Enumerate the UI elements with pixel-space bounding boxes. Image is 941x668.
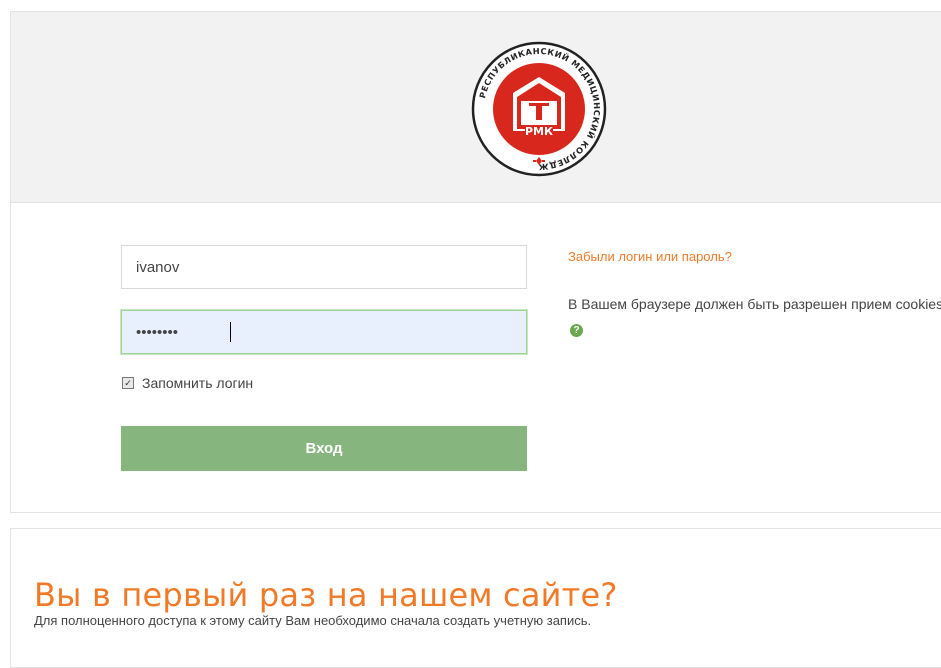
signup-card: Вы в первый раз на нашем сайте? Для полн… bbox=[10, 528, 941, 668]
logo-band: РЕСПУБЛИКАНСКИЙ МЕДИЦИНСКИЙ КОЛЛЕДЖ РМК bbox=[11, 12, 941, 203]
cookies-text: В Вашем браузере должен быть разрешен пр… bbox=[568, 296, 941, 312]
forgot-password-link[interactable]: Забыли логин или пароль? bbox=[568, 249, 732, 264]
college-logo: РЕСПУБЛИКАНСКИЙ МЕДИЦИНСКИЙ КОЛЛЕДЖ РМК bbox=[471, 41, 607, 177]
logo-abbr: РМК bbox=[525, 125, 553, 138]
text-caret bbox=[230, 322, 231, 342]
question-circle-icon[interactable]: ? bbox=[570, 324, 583, 337]
login-card: РЕСПУБЛИКАНСКИЙ МЕДИЦИНСКИЙ КОЛЛЕДЖ РМК … bbox=[10, 11, 941, 513]
username-input[interactable] bbox=[121, 245, 527, 289]
checkbox-checked-icon[interactable]: ✓ bbox=[122, 377, 134, 389]
password-input[interactable] bbox=[121, 310, 527, 354]
remember-login-label: Запомнить логин bbox=[142, 375, 254, 391]
login-button[interactable]: Вход bbox=[121, 426, 527, 471]
remember-login-checkbox[interactable]: ✓ Запомнить логин bbox=[122, 375, 253, 391]
signup-description: Для полноценного доступа к этому сайту В… bbox=[34, 613, 592, 628]
signup-title: Вы в первый раз на нашем сайте? bbox=[34, 576, 618, 614]
cookies-notice: В Вашем браузере должен быть разрешен пр… bbox=[568, 293, 941, 339]
